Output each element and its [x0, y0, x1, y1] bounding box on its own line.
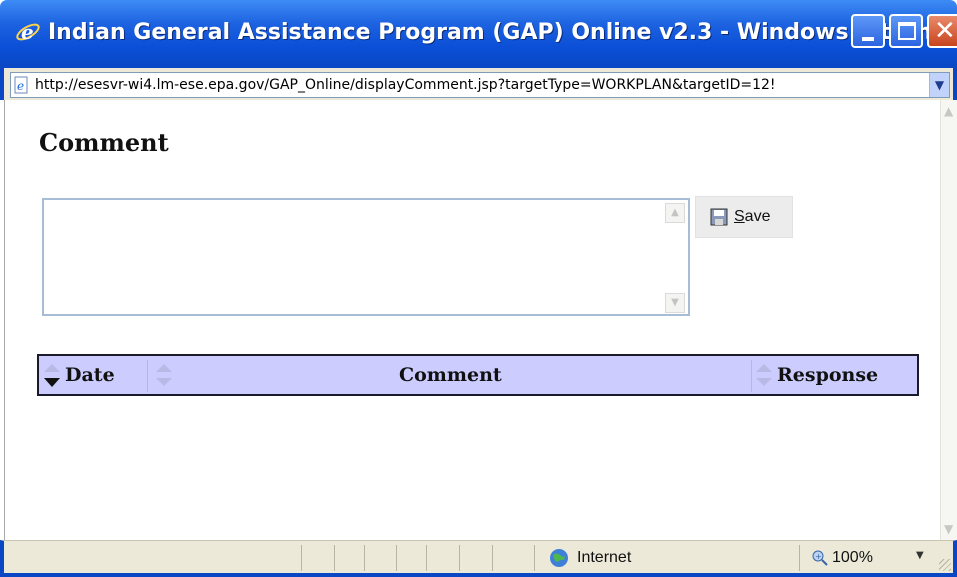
zoom-control[interactable]: + 100% — [812, 545, 873, 571]
svg-text:+: + — [815, 552, 822, 561]
chevron-down-icon[interactable]: ▼ — [916, 550, 924, 561]
column-comment-label: Comment — [399, 364, 502, 386]
column-response[interactable]: Response — [751, 356, 917, 394]
scroll-up-icon[interactable]: ▲ — [944, 104, 953, 118]
save-button[interactable]: Save — [695, 196, 793, 238]
minimize-button[interactable] — [851, 14, 885, 48]
save-icon — [710, 208, 728, 226]
comment-input[interactable] — [42, 198, 690, 316]
ie-icon: e — [16, 20, 40, 44]
resize-grip-icon[interactable] — [939, 559, 951, 571]
svg-text:e: e — [21, 20, 34, 44]
status-pane — [334, 545, 335, 571]
status-pane — [492, 545, 493, 571]
security-zone[interactable]: Internet — [549, 545, 631, 571]
column-date[interactable]: Date — [39, 356, 147, 394]
window-title: Indian General Assistance Program (GAP) … — [48, 20, 957, 45]
maximize-icon — [898, 22, 916, 40]
security-zone-label: Internet — [577, 549, 632, 566]
page-scrollbar[interactable]: ▲ ▼ — [940, 100, 957, 540]
status-pane — [426, 545, 427, 571]
page-content: Comment ▲ ▼ Save Date Comment Response ▲… — [4, 100, 957, 540]
address-bar: e http://esesvr-wi4.lm-ese.epa.gov/GAP_O… — [0, 68, 957, 100]
close-icon: ✕ — [934, 16, 956, 46]
status-pane — [534, 545, 535, 571]
window-titlebar[interactable]: e Indian General Assistance Program (GAP… — [0, 0, 957, 68]
scroll-down-icon[interactable]: ▼ — [944, 522, 953, 536]
save-button-label: Save — [734, 208, 771, 225]
zoom-icon: + — [812, 550, 828, 566]
column-date-label: Date — [65, 364, 115, 386]
status-pane — [799, 545, 800, 571]
page-title: Comment — [39, 128, 169, 157]
sort-icon — [756, 364, 772, 386]
status-pane — [364, 545, 365, 571]
scroll-down-icon[interactable]: ▼ — [665, 293, 685, 313]
comment-input-scrollbar[interactable]: ▲ ▼ — [664, 200, 688, 314]
page-icon: e — [14, 76, 28, 94]
sort-desc-icon — [44, 364, 60, 387]
column-response-label: Response — [777, 364, 879, 386]
comment-grid-header: Date Comment Response — [37, 354, 919, 396]
minimize-icon — [862, 37, 874, 41]
address-field[interactable]: e http://esesvr-wi4.lm-ese.epa.gov/GAP_O… — [10, 72, 950, 98]
globe-icon — [550, 549, 568, 567]
status-pane — [301, 545, 302, 571]
scroll-up-icon[interactable]: ▲ — [665, 203, 685, 223]
sort-icon — [156, 364, 172, 386]
column-divider — [147, 360, 148, 392]
status-bar: Internet + 100% ▼ — [0, 540, 957, 577]
close-button[interactable]: ✕ — [927, 14, 957, 48]
maximize-button[interactable] — [889, 14, 923, 48]
status-pane — [459, 545, 460, 571]
column-comment[interactable]: Comment — [149, 356, 753, 394]
chevron-down-icon[interactable]: ▼ — [929, 73, 949, 97]
address-url[interactable]: http://esesvr-wi4.lm-ese.epa.gov/GAP_Onl… — [35, 73, 925, 97]
svg-text:e: e — [17, 79, 24, 93]
zoom-level: 100% — [832, 549, 873, 566]
status-pane — [396, 545, 397, 571]
